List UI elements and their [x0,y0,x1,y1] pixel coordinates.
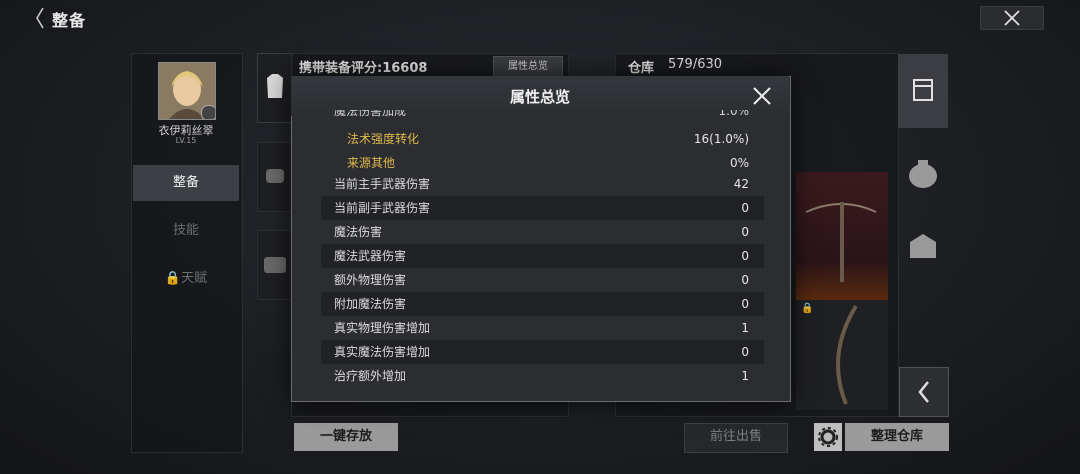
attribute-row: 法术强度转化 16(1.0%) [321,127,764,151]
attribute-label: 魔法伤害加成 [334,110,407,118]
chevron-left-icon [918,381,929,403]
settings-button[interactable] [814,423,842,451]
attribute-row: 额外物理伤害 0 [321,268,764,292]
chest-armor-icon [267,74,283,98]
attribute-label: 附加魔法伤害 [334,297,407,311]
attribute-value: 16(1.0%) [693,132,749,146]
warehouse-icon [913,79,933,101]
attribute-label: 治疗额外增加 [334,369,407,383]
avatar[interactable] [158,62,216,120]
shop-icon [910,234,936,258]
character-level: LV.15 [175,136,197,145]
bag-icon [909,160,937,188]
modal-title: 属性总览 [509,88,570,106]
store-all-button[interactable]: 一键存放 [294,423,398,451]
tab-warehouse[interactable] [898,54,948,128]
attribute-row: 魔法武器伤害 0 [321,244,764,268]
page-title: 整备 [52,11,87,30]
gear-icon [818,427,838,447]
attribute-row: 治疗额外增加 1 [321,364,764,388]
gloves-icon [266,169,284,183]
modal-close-button[interactable] [750,84,774,108]
attribute-value: 1.0% [718,110,750,118]
nav-talent[interactable]: 🔒天赋 [133,264,239,294]
attribute-value: 0 [741,273,749,287]
warehouse-count: 579/630 [668,57,723,72]
attribute-label: 当前副手武器伤害 [334,201,431,215]
slot-legs[interactable] [257,230,293,300]
attribute-row: 当前主手武器伤害 42 [321,172,764,196]
warehouse-item-crossbow[interactable] [796,172,888,300]
tab-shop[interactable] [898,212,948,286]
crossbow-icon [805,202,877,282]
attribute-label: 真实魔法伤害增加 [334,345,431,359]
attribute-row: 真实物理伤害增加 1 [321,316,764,340]
attribute-value: 0 [741,297,749,311]
attribute-label: 魔法伤害 [334,225,383,239]
lock-icon: 🔒 [801,303,814,314]
collapse-button[interactable] [899,367,949,417]
nav-equip[interactable]: 整备 [133,165,239,201]
close-icon [753,87,771,105]
attribute-value: 42 [733,177,749,191]
attribute-value: 1 [741,321,749,335]
attribute-label: 当前主手武器伤害 [334,177,431,191]
slot-hands[interactable] [257,142,293,212]
attribute-row: 当前副手武器伤害 0 [321,196,764,220]
sort-warehouse-button[interactable]: 整理仓库 [845,423,949,451]
attribute-value: 0 [741,225,749,239]
top-bar [0,0,1080,36]
nav-skill[interactable]: 技能 [133,216,239,246]
attribute-row: 魔法伤害加成 1.0% [321,110,764,124]
attribute-value: 1 [741,369,749,383]
attribute-label: 额外物理伤害 [334,273,407,287]
attribute-value: 0 [741,249,749,263]
warehouse-item-bow[interactable] [796,300,888,410]
go-sell-button[interactable]: 前往出售 [684,423,788,453]
attribute-row: 魔法伤害 0 [321,220,764,244]
lock-icon: 🔒 [164,271,182,286]
attribute-label: 法术强度转化 [347,132,420,146]
tab-bag[interactable] [898,136,948,210]
attribute-overview-button[interactable]: 属性总览 [493,56,563,78]
nav-talent-label: 天赋 [181,271,208,286]
avatar-badge [201,105,215,119]
close-icon [1004,10,1020,26]
attribute-label: 魔法武器伤害 [334,249,407,263]
close-button[interactable] [980,6,1044,30]
equipment-score: 携带装备评分:16608 [299,61,428,76]
attribute-row: 真实魔法伤害增加 0 [321,340,764,364]
attribute-value: 0 [741,345,749,359]
attribute-value: 0 [741,201,749,215]
belt-icon [264,257,286,273]
bow-icon [836,304,858,405]
attribute-row: 附加魔法伤害 0 [321,292,764,316]
warehouse-title: 仓库 [628,61,655,76]
back-icon[interactable] [34,6,46,30]
attribute-label: 真实物理伤害增加 [334,321,431,335]
slot-chest[interactable] [257,53,293,123]
